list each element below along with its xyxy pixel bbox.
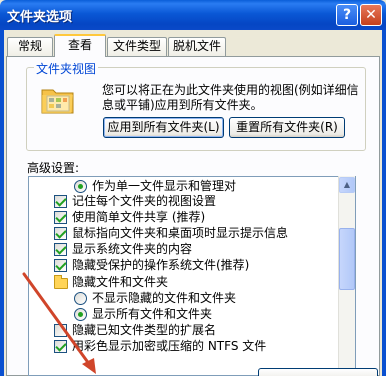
tab-file-types[interactable]: 文件类型 [107, 37, 167, 56]
checkbox-system-folders[interactable] [54, 243, 67, 256]
ok-button-edge[interactable] [258, 368, 378, 376]
annotation-arrow [22, 272, 96, 374]
title-bar: 文件夹选项 ? ✕ [0, 0, 386, 30]
tab-view[interactable]: 查看 [54, 34, 106, 57]
close-button[interactable]: ✕ [360, 4, 382, 26]
window-frame-left [0, 30, 4, 376]
folder-views-title: 文件夹视图 [34, 60, 99, 77]
list-item-label: 记住每个文件夹的视图设置 [72, 194, 217, 208]
tab-general[interactable]: 常规 [7, 37, 53, 56]
checkbox-tooltips[interactable] [54, 227, 67, 240]
window-frame-right [382, 30, 386, 376]
folder-views-description: 您可以将正在为此文件夹使用的视图(例如详细信息或平铺)应用到所有文件夹。 [102, 83, 359, 112]
apply-to-all-folders-button[interactable]: 应用到所有文件夹(L) [103, 117, 224, 138]
list-item-label: 鼠标指向文件夹和桌面项时显示提示信息 [72, 226, 289, 240]
advanced-settings-label: 高级设置: [27, 161, 80, 175]
list-item-label: 作为单一文件显示和管理对 [92, 179, 237, 193]
list-item-label: 显示系统文件夹的内容 [72, 242, 193, 256]
list-item-label: 不显示隐藏的文件和文件夹 [92, 291, 237, 305]
scroll-up-button[interactable]: ▲ [339, 177, 355, 193]
tab-offline-files[interactable]: 脱机文件 [168, 37, 226, 56]
list-item-label: 使用简单文件共享 (推荐) [72, 210, 206, 224]
checkbox-remember-view[interactable] [54, 195, 67, 208]
window-title: 文件夹选项 [7, 10, 73, 25]
checkbox-simple-sharing[interactable] [54, 211, 67, 224]
folder-views-icon [41, 89, 74, 114]
reset-all-folders-button[interactable]: 重置所有文件夹(R) [229, 117, 345, 138]
radio-single-file[interactable] [74, 180, 87, 193]
list-item-label: 显示所有文件和文件夹 [92, 307, 213, 321]
scrollbar-thumb[interactable] [339, 228, 355, 290]
help-button[interactable]: ? [336, 4, 358, 26]
